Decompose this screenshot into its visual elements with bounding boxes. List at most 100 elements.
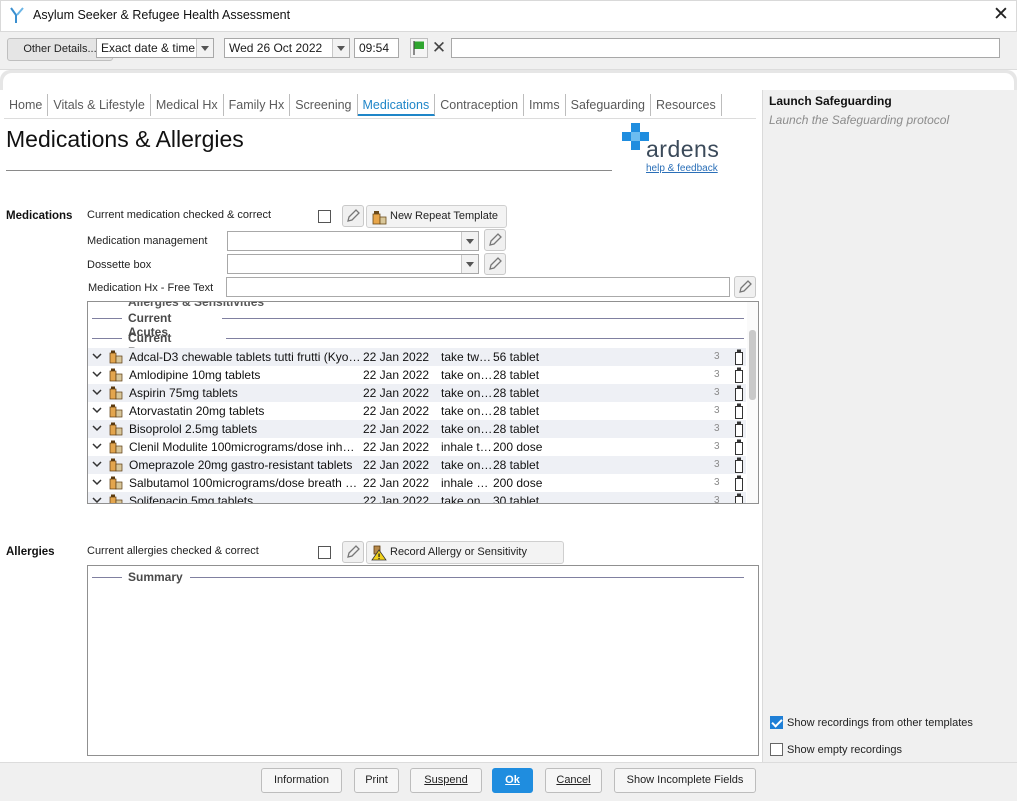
medication-row[interactable]: Bisoprolol 2.5mg tablets 22 Jan 2022 take …: [88, 420, 746, 438]
help-feedback-link[interactable]: help & feedback: [646, 163, 718, 174]
medication-freetext-edit-button[interactable]: [734, 276, 756, 298]
chevron-down-icon[interactable]: [92, 440, 102, 452]
tab-home[interactable]: Home: [4, 94, 49, 116]
bottle-icon[interactable]: [734, 493, 744, 504]
medication-dosage: take one daily: [441, 422, 493, 436]
medication-list[interactable]: Allergies & Sensitivities Current Acutes…: [87, 301, 759, 504]
tab-imms[interactable]: Imms: [524, 94, 566, 116]
date-mode-select[interactable]: Exact date & time: [96, 38, 214, 58]
group-title: Summary: [128, 570, 183, 584]
medication-name: Aspirin 75mg tablets: [129, 386, 238, 400]
medication-row[interactable]: Solifenacin 5mg tablets 22 Jan 2022 take o…: [88, 492, 746, 504]
ardens-logo: ardens: [646, 136, 720, 162]
record-allergy-label: Record Allergy or Sensitivity: [390, 546, 527, 558]
tabs-divider: [4, 118, 756, 119]
medication-name: Solifenacin 5mg tablets: [129, 494, 254, 504]
pill-bottle-icon: [372, 211, 387, 225]
medication-date: 22 Jan 2022: [363, 386, 430, 400]
time-value: 09:54: [359, 41, 390, 55]
time-input[interactable]: 09:54: [354, 38, 399, 58]
repeat-issue-marker: 3: [714, 351, 720, 362]
bottle-icon[interactable]: [734, 349, 744, 365]
dossette-box-edit-button[interactable]: [484, 253, 506, 275]
date-value: Wed 26 Oct 2022: [229, 41, 323, 55]
tab-resources[interactable]: Resources: [651, 94, 722, 116]
ok-button[interactable]: Ok: [492, 768, 533, 793]
allergies-checked-edit-button[interactable]: [342, 541, 364, 563]
chevron-down-icon: [461, 255, 478, 273]
date-mode-value: Exact date & time: [101, 41, 196, 55]
medication-row[interactable]: Adcal-D3 chewable tablets tutti frutti (…: [88, 348, 746, 366]
tab-medical-hx[interactable]: Medical Hx: [151, 94, 224, 116]
chevron-down-icon[interactable]: [92, 350, 102, 362]
tab-contraception[interactable]: Contraception: [435, 94, 525, 116]
bottle-icon[interactable]: [734, 439, 744, 455]
medication-row[interactable]: Salbutamol 100micrograms/dose breath act…: [88, 474, 746, 492]
repeat-medication-icon: [109, 422, 123, 436]
bottle-icon[interactable]: [734, 385, 744, 401]
medication-dosage: take two daily: [441, 350, 493, 364]
record-allergy-button[interactable]: Record Allergy or Sensitivity: [366, 541, 564, 564]
medication-management-edit-button[interactable]: [484, 229, 506, 251]
medication-date: 22 Jan 2022: [363, 494, 430, 504]
show-incomplete-fields-button[interactable]: Show Incomplete Fields: [614, 768, 756, 793]
tab-family-hx[interactable]: Family Hx: [224, 94, 291, 116]
launch-safeguarding-link[interactable]: Launch Safeguarding: [769, 94, 892, 108]
medication-management-select[interactable]: [227, 231, 479, 251]
medication-name: Omeprazole 20mg gastro-resistant tablets: [129, 458, 353, 472]
bottle-icon[interactable]: [734, 421, 744, 437]
medication-row[interactable]: Amlodipine 10mg tablets 22 Jan 2022 take o…: [88, 366, 746, 384]
medication-date: 22 Jan 2022: [363, 350, 430, 364]
medication-row[interactable]: Omeprazole 20mg gastro-resistant tablets…: [88, 456, 746, 474]
chevron-down-icon[interactable]: [92, 476, 102, 488]
comment-input[interactable]: [451, 38, 1000, 58]
medication-checked-edit-button[interactable]: [342, 205, 364, 227]
medications-section-label: Medications: [6, 210, 73, 222]
warning-bottle-icon: [371, 545, 387, 561]
date-select[interactable]: Wed 26 Oct 2022: [224, 38, 350, 58]
bottle-icon[interactable]: [734, 403, 744, 419]
clear-button[interactable]: ✕: [430, 38, 448, 58]
cancel-button[interactable]: Cancel: [545, 768, 602, 793]
allergies-checked-checkbox[interactable]: [318, 546, 331, 559]
show-other-templates-checkbox[interactable]: [770, 716, 783, 729]
print-button[interactable]: Print: [354, 768, 399, 793]
medication-checked-checkbox[interactable]: [318, 210, 331, 223]
tab-vitals-lifestyle[interactable]: Vitals & Lifestyle: [48, 94, 151, 116]
medication-row[interactable]: Aspirin 75mg tablets 22 Jan 2022 take one …: [88, 384, 746, 402]
tab-safeguarding[interactable]: Safeguarding: [566, 94, 651, 116]
new-repeat-template-button[interactable]: New Repeat Template: [366, 205, 507, 228]
window-title: Asylum Seeker & Refugee Health Assessmen…: [33, 8, 291, 22]
repeat-issue-marker: 3: [714, 441, 720, 452]
medication-freetext-input[interactable]: [226, 277, 730, 297]
tab-medications[interactable]: Medications: [357, 94, 436, 116]
chevron-down-icon[interactable]: [92, 386, 102, 398]
medication-quantity: 28 tablet: [493, 422, 540, 436]
medication-list-scrollbar[interactable]: [747, 302, 758, 503]
chevron-down-icon: [461, 232, 478, 250]
title-divider: [6, 170, 612, 171]
bottle-icon[interactable]: [734, 457, 744, 473]
allergies-checked-label: Current allergies checked & correct: [87, 545, 259, 557]
medication-dosage: take one daily: [441, 494, 493, 504]
chevron-down-icon[interactable]: [92, 422, 102, 434]
chevron-down-icon[interactable]: [92, 404, 102, 416]
repeat-issue-marker: 3: [714, 369, 720, 380]
chevron-down-icon[interactable]: [92, 494, 102, 504]
bottle-icon[interactable]: [734, 367, 744, 383]
close-window-button[interactable]: ✕: [990, 3, 1012, 27]
bottle-icon[interactable]: [734, 475, 744, 491]
medication-date: 22 Jan 2022: [363, 422, 430, 436]
chevron-down-icon[interactable]: [92, 368, 102, 380]
medication-row[interactable]: Atorvastatin 20mg tablets 22 Jan 2022 take…: [88, 402, 746, 420]
flag-button[interactable]: [410, 38, 428, 58]
suspend-button[interactable]: Suspend: [410, 768, 482, 793]
dossette-box-select[interactable]: [227, 254, 479, 274]
medication-row[interactable]: Clenil Modulite 100micrograms/dose inhal…: [88, 438, 746, 456]
allergies-section-label: Allergies: [6, 546, 55, 558]
information-button[interactable]: Information: [261, 768, 342, 793]
tab-screening[interactable]: Screening: [290, 94, 358, 116]
medication-quantity: 56 tablet: [493, 350, 540, 364]
show-empty-recordings-checkbox[interactable]: [770, 743, 783, 756]
chevron-down-icon[interactable]: [92, 458, 102, 470]
